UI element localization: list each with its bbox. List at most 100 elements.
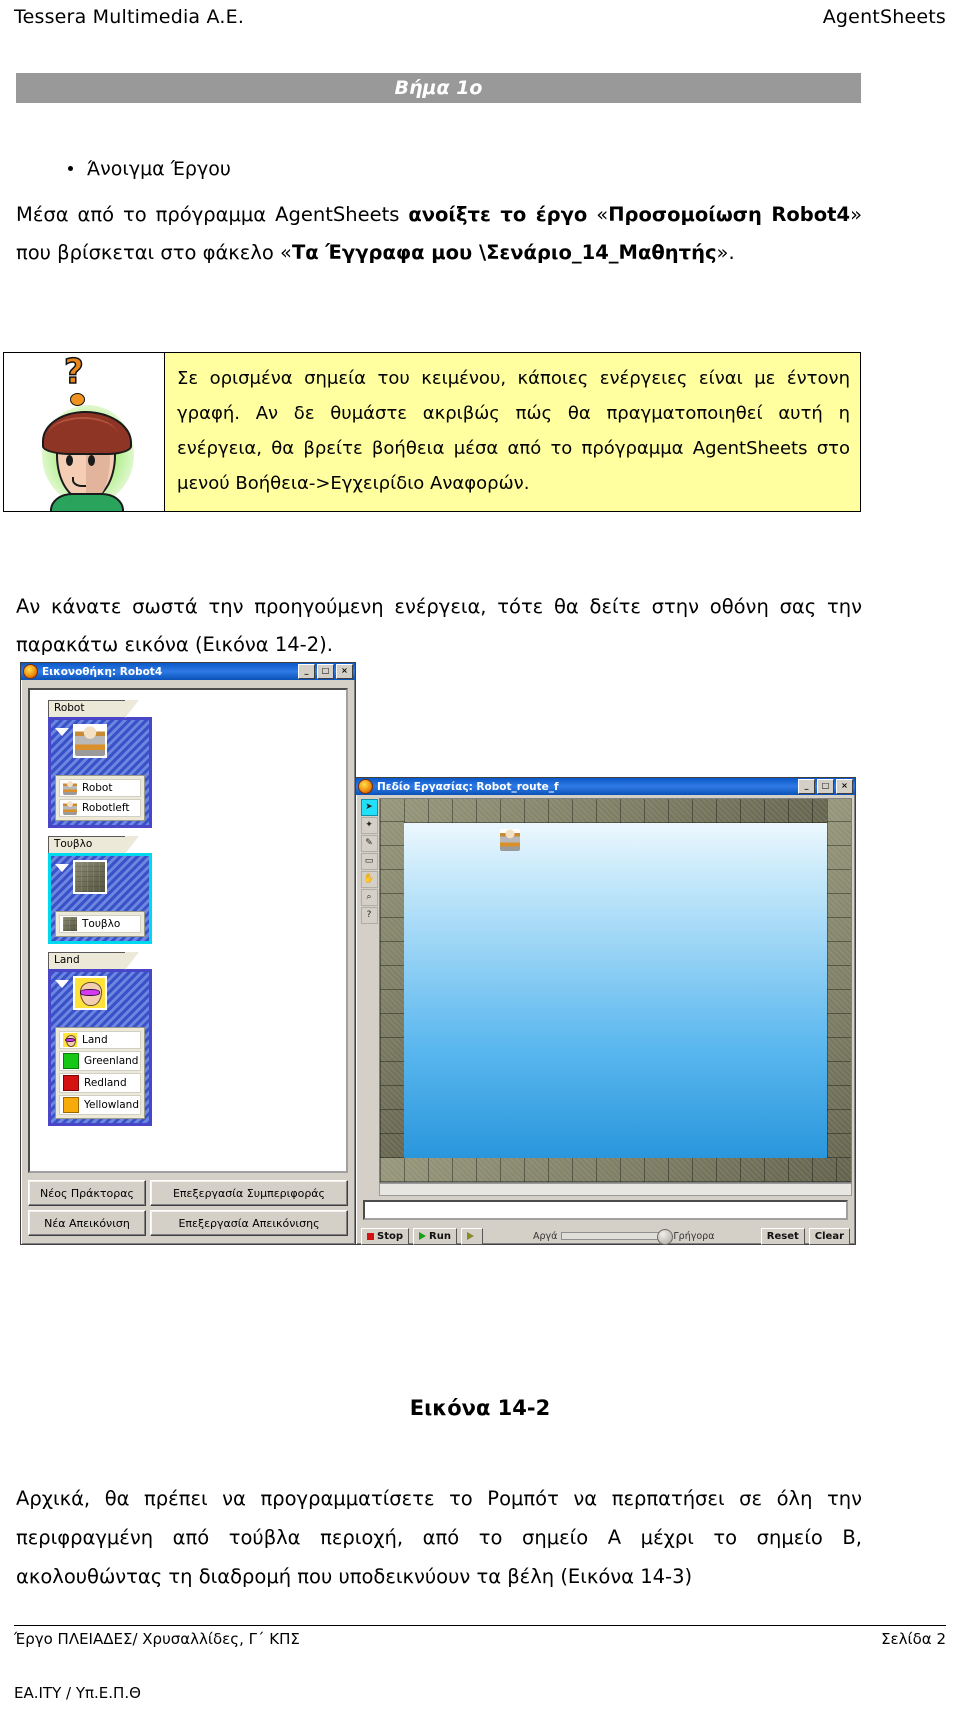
- gallery-group-panel[interactable]: Robot Robotleft: [48, 717, 152, 828]
- document-page: Tessera Multimedia A.E. AgentSheets Βήμα…: [0, 0, 960, 1719]
- intro-bold-1: ανοίξτε το έργο: [408, 203, 588, 226]
- gallery-group-robot[interactable]: Robot Robot Robotleft: [48, 700, 178, 828]
- agent-tool-icon[interactable]: ✦: [360, 817, 378, 834]
- list-item[interactable]: Robotleft: [59, 799, 141, 817]
- gallery-titlebar[interactable]: Εικονοθήκη: Robot4 _ □ ×: [21, 663, 355, 680]
- tip-illustration-cell: ?: [4, 353, 165, 511]
- list-item-label: Robot: [82, 782, 113, 794]
- speed-slow-label: Αργά: [532, 1230, 558, 1242]
- new-agent-button[interactable]: Νέος Πράκτορας: [28, 1180, 146, 1206]
- gallery-group-thumb: [73, 860, 107, 894]
- robot-agent-icon[interactable]: [500, 829, 520, 851]
- magnify-tool-icon[interactable]: ⌕: [360, 889, 378, 906]
- intro-part-2: «: [587, 203, 609, 226]
- collapse-triangle-icon[interactable]: [55, 864, 69, 872]
- arrow-tool-icon[interactable]: ➤: [360, 799, 378, 816]
- speed-slider-knob[interactable]: [657, 1229, 674, 1245]
- worksheet-window[interactable]: Πεδίο Εργασίας: Robot_route_f _ □ × ➤ ✦ …: [355, 777, 856, 1245]
- question-dot-icon: [70, 393, 85, 406]
- gallery-button-bar: Νέος Πράκτορας Επεξεργασία Συμπεριφοράς …: [28, 1179, 348, 1237]
- edit-depiction-button[interactable]: Επεξεργασία Απεικόνισης: [150, 1210, 348, 1236]
- maximize-icon[interactable]: □: [817, 779, 834, 794]
- gallery-panel-head: [55, 860, 145, 908]
- edit-behavior-button[interactable]: Επεξεργασία Συμπεριφοράς: [150, 1180, 348, 1206]
- bullet-label: Άνοιγμα Έργου: [87, 158, 231, 180]
- question-mark-icon: ?: [63, 353, 84, 392]
- maximize-icon[interactable]: □: [317, 664, 334, 679]
- green-swatch-icon: [63, 1053, 79, 1069]
- list-item[interactable]: Greenland: [59, 1051, 141, 1071]
- gallery-group-tab[interactable]: Robot: [48, 700, 139, 718]
- list-item-label: Land: [82, 1034, 108, 1046]
- worksheet-titlebar[interactable]: Πεδίο Εργασίας: Robot_route_f _ □ ×: [356, 778, 855, 795]
- footer-right-text: Σελίδα 2: [881, 1630, 946, 1648]
- worksheet-canvas[interactable]: [379, 798, 852, 1183]
- reset-button[interactable]: Reset: [760, 1227, 805, 1245]
- run-button[interactable]: Run: [413, 1227, 457, 1245]
- gallery-title: Εικονοθήκη: Robot4: [42, 665, 163, 678]
- minimize-icon[interactable]: _: [798, 779, 815, 794]
- document-footer: Έργο ΠΛΕΙΑΔΕΣ/ Χρυσαλλίδες, Γ΄ ΚΠΣ Σελίδ…: [14, 1630, 946, 1648]
- stop-square-icon: [367, 1232, 374, 1240]
- help-tool-icon[interactable]: ?: [360, 907, 378, 924]
- gallery-scroll-area[interactable]: Robot Robot Robotleft Τουβλο Τουβλο Land…: [28, 688, 348, 1173]
- speed-slider[interactable]: [561, 1229, 674, 1245]
- header-left-text: Tessera Multimedia A.E.: [14, 6, 245, 28]
- list-item[interactable]: Redland: [59, 1073, 141, 1093]
- pencil-tool-icon[interactable]: ✎: [360, 835, 378, 852]
- collapse-triangle-icon[interactable]: [55, 980, 69, 988]
- list-item[interactable]: Yellowland: [59, 1095, 141, 1115]
- list-item[interactable]: Land: [59, 1031, 141, 1049]
- close-icon[interactable]: ×: [336, 664, 353, 679]
- gallery-group-tab[interactable]: Τουβλο: [48, 836, 139, 854]
- gallery-group-thumb: [73, 724, 107, 758]
- list-item[interactable]: Robot: [59, 779, 141, 797]
- clear-button[interactable]: Clear: [808, 1227, 850, 1245]
- step-banner-label: Βήμα 1ο: [394, 77, 483, 99]
- land-face-sprite-icon: [75, 978, 105, 1008]
- play-triangle-icon: [419, 1232, 427, 1240]
- gallery-panel-head: [55, 724, 145, 772]
- brick-wall-bottom: [380, 1158, 851, 1182]
- speed-fast-label: Γρήγορα: [673, 1230, 715, 1242]
- document-header: Tessera Multimedia A.E. AgentSheets: [14, 6, 946, 28]
- gallery-panel-head: [55, 976, 145, 1024]
- thinking-boy-icon: ?: [4, 353, 164, 511]
- gallery-group-brick[interactable]: Τουβλο Τουβλο: [48, 836, 178, 944]
- app-icon: [23, 664, 38, 679]
- step-triangle-icon: [466, 1232, 474, 1240]
- worksheet-title: Πεδίο Εργασίας: Robot_route_f: [377, 780, 559, 793]
- gallery-window[interactable]: Εικονοθήκη: Robot4 _ □ × Robot Robot Rob…: [20, 662, 356, 1245]
- gallery-group-tab[interactable]: Land: [48, 952, 139, 970]
- close-icon[interactable]: ×: [836, 779, 853, 794]
- footer-left-text: Έργο ΠΛΕΙΑΔΕΣ/ Χρυσαλλίδες, Γ΄ ΚΠΣ: [14, 1630, 300, 1648]
- gallery-groups: Robot Robot Robotleft Τουβλο Τουβλο Land…: [48, 700, 178, 1134]
- worksheet-text-field[interactable]: [363, 1200, 848, 1220]
- gallery-group-land[interactable]: Land Land Greenland Redland Yellowland: [48, 952, 178, 1126]
- worksheet-window-buttons[interactable]: _ □ ×: [798, 779, 853, 794]
- collapse-triangle-icon[interactable]: [55, 728, 69, 736]
- list-item[interactable]: Τουβλο: [59, 915, 141, 933]
- step-button[interactable]: [460, 1227, 483, 1245]
- worksheet-toolbar[interactable]: ➤ ✦ ✎ ▭ ✋ ⌕ ?: [359, 798, 379, 1183]
- stop-button[interactable]: Stop: [361, 1227, 410, 1245]
- gallery-group-thumb: [73, 976, 107, 1010]
- eraser-tool-icon[interactable]: ▭: [360, 853, 378, 870]
- minimize-icon[interactable]: _: [298, 664, 315, 679]
- gallery-group-panel[interactable]: Land Greenland Redland Yellowland: [48, 969, 152, 1126]
- tip-text: Σε ορισμένα σημεία του κειμένου, κάποιες…: [177, 368, 850, 494]
- hand-tool-icon[interactable]: ✋: [360, 871, 378, 888]
- list-item-label: Robotleft: [82, 802, 130, 814]
- stop-button-label: Stop: [377, 1230, 404, 1242]
- intro-bold-3: Τα Έγγραφα μου \Σενάριο_14_Μαθητής: [291, 241, 717, 264]
- robot-sprite-icon: [63, 781, 77, 795]
- gallery-window-buttons[interactable]: _ □ ×: [298, 664, 353, 679]
- brick-sprite-icon: [63, 917, 77, 931]
- list-item-label: Redland: [84, 1077, 127, 1089]
- new-depiction-button[interactable]: Νέα Απεικόνιση: [28, 1210, 146, 1236]
- footer-divider: [14, 1625, 946, 1626]
- worksheet-horizontal-scrollbar[interactable]: [379, 1183, 852, 1196]
- gallery-group-panel-selected[interactable]: Τουβλο: [48, 853, 152, 944]
- worksheet-body: ➤ ✦ ✎ ▭ ✋ ⌕ ? Stop Run Αργά Γρήγορα Rese…: [359, 798, 852, 1245]
- intro-paragraph: Μέσα από το πρόγραμμα AgentSheets ανοίξτ…: [16, 196, 862, 272]
